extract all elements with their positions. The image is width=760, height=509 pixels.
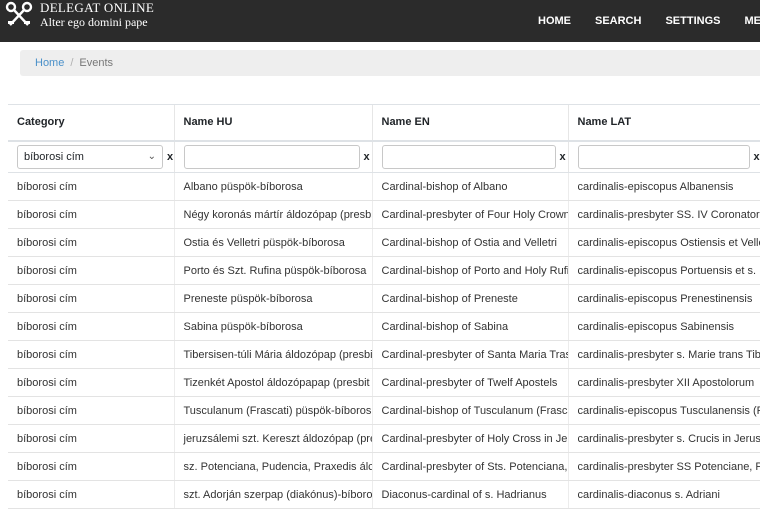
cell-name-lat: cardinalis-episcopus Sabinensis: [567, 312, 760, 341]
cell-name-lat: cardinalis-presbyter XII Apostolorum: [567, 368, 760, 397]
name-en-filter-input[interactable]: [381, 144, 556, 169]
cell-name-hu: Preneste püspök-bíborosa: [173, 284, 372, 313]
cell-name-en: Cardinal-presbyter of Santa Maria Tras: [371, 340, 568, 369]
cell-category: bíborosi cím: [8, 340, 174, 369]
name-lat-filter-input[interactable]: [577, 144, 750, 169]
cell-name-hu: Négy koronás mártír áldozópap (presbi: [173, 200, 372, 229]
cell-category: bíborosi cím: [8, 228, 174, 257]
cell-category: bíborosi cím: [8, 368, 174, 397]
table-header-row: Category Name HU Name EN Name LAT: [8, 104, 760, 142]
events-table: Category Name HU Name EN Name LAT bíboro…: [8, 104, 760, 509]
clear-name-hu-filter[interactable]: x: [364, 151, 370, 163]
cell-name-hu: szt. Adorján szerpap (diakónus)-bíboro: [173, 480, 372, 509]
table-row[interactable]: bíborosi cím Ostia és Velletri püspök-bí…: [8, 228, 760, 257]
cell-name-hu: Tusculanum (Frascati) püspök-bíboros: [173, 396, 372, 425]
chevron-down-icon: ⌄: [147, 151, 156, 163]
cell-name-lat: cardinalis-episcopus Ostiensis et Velle: [567, 228, 760, 257]
filter-name-lat-cell: x: [567, 140, 760, 173]
table-body: bíborosi cím Albano püspök-bíborosa Card…: [8, 172, 760, 509]
filter-name-en-cell: x: [371, 140, 568, 173]
cell-name-en: Cardinal-presbyter of Twelf Apostels: [371, 368, 568, 397]
clear-name-en-filter[interactable]: x: [560, 151, 566, 163]
top-navbar: DELEGAT ONLINE Alter ego domini pape HOM…: [0, 0, 760, 42]
table-row[interactable]: bíborosi cím Tizenkét Apostol áldozópapa…: [8, 368, 760, 397]
header-name-en[interactable]: Name EN: [371, 104, 568, 142]
brand-subtitle: Alter ego domini pape: [40, 15, 148, 29]
table-row[interactable]: bíborosi cím jeruzsálemi szt. Kereszt ál…: [8, 424, 760, 453]
header-name-lat[interactable]: Name LAT: [567, 104, 760, 142]
cell-name-lat: cardinalis-episcopus Albanensis: [567, 172, 760, 201]
cell-category: bíborosi cím: [8, 452, 174, 481]
cell-name-lat: cardinalis-presbyter s. Marie trans Tibe: [567, 340, 760, 369]
cell-name-en: Cardinal-presbyter of Four Holy Crowne: [371, 200, 568, 229]
table-row[interactable]: bíborosi cím Sabina püspök-bíborosa Card…: [8, 312, 760, 341]
breadcrumb: Home / Events: [20, 50, 760, 76]
breadcrumb-current: Events: [79, 57, 114, 69]
breadcrumb-separator: /: [70, 57, 74, 69]
clear-name-lat-filter[interactable]: x: [754, 151, 760, 163]
table-row[interactable]: bíborosi cím Négy koronás mártír áldozóp…: [8, 200, 760, 229]
header-name-hu[interactable]: Name HU: [173, 104, 372, 142]
filter-name-hu-cell: x: [173, 140, 372, 173]
cell-category: bíborosi cím: [8, 480, 174, 509]
cell-name-lat: cardinalis-presbyter SS. IV Coronatoru: [567, 200, 760, 229]
filter-row: bíborosi cím ⌄ x x x x: [8, 140, 760, 173]
nav-menu: HOME SEARCH SETTINGS MENU: [538, 0, 760, 42]
table-row[interactable]: bíborosi cím Tibersisen-túli Mária áldoz…: [8, 340, 760, 369]
cell-name-hu: jeruzsálemi szt. Kereszt áldozópap (pre: [173, 424, 372, 453]
cell-category: bíborosi cím: [8, 256, 174, 285]
cell-name-en: Cardinal-bishop of Porto and Holy Rufi: [371, 256, 568, 285]
cell-name-lat: cardinalis-episcopus Portuensis et s. R: [567, 256, 760, 285]
filter-category-cell: bíborosi cím ⌄ x: [8, 140, 174, 173]
cell-name-lat: cardinalis-presbyter SS Potenciane, Pu: [567, 452, 760, 481]
header-category[interactable]: Category: [8, 104, 174, 142]
brand-title: DELEGAT ONLINE: [40, 0, 155, 15]
cell-name-hu: Porto és Szt. Rufina püspök-bíborosa: [173, 256, 372, 285]
cell-name-en: Diaconus-cardinal of s. Hadrianus: [371, 480, 568, 509]
cell-category: bíborosi cím: [8, 312, 174, 341]
cell-name-hu: Ostia és Velletri püspök-bíborosa: [173, 228, 372, 257]
table-row[interactable]: bíborosi cím Tusculanum (Frascati) püspö…: [8, 396, 760, 425]
cell-name-lat: cardinalis-diaconus s. Adriani: [567, 480, 760, 509]
table-row[interactable]: bíborosi cím szt. Adorján szerpap (diakó…: [8, 480, 760, 509]
category-select-value: bíborosi cím: [24, 150, 84, 163]
cell-name-en: Cardinal-bishop of Ostia and Velletri: [371, 228, 568, 257]
cell-name-en: Cardinal-presbyter of Holy Cross in Jer: [371, 424, 568, 453]
brand[interactable]: DELEGAT ONLINE Alter ego domini pape: [4, 0, 154, 36]
cell-name-en: Cardinal-bishop of Sabina: [371, 312, 568, 341]
table-row[interactable]: bíborosi cím Porto és Szt. Rufina püspök…: [8, 256, 760, 285]
nav-search[interactable]: SEARCH: [595, 15, 641, 27]
cell-name-en: Cardinal-bishop of Albano: [371, 172, 568, 201]
cell-name-lat: cardinalis-presbyter s. Crucis in Jerusa: [567, 424, 760, 453]
cell-name-hu: sz. Potenciana, Pudencia, Praxedis álc: [173, 452, 372, 481]
cell-name-en: Cardinal-presbyter of Sts. Potenciana,: [371, 452, 568, 481]
cell-category: bíborosi cím: [8, 424, 174, 453]
table-row[interactable]: bíborosi cím sz. Potenciana, Pudencia, P…: [8, 452, 760, 481]
cell-category: bíborosi cím: [8, 396, 174, 425]
cell-category: bíborosi cím: [8, 172, 174, 201]
cell-name-hu: Albano püspök-bíborosa: [173, 172, 372, 201]
breadcrumb-home[interactable]: Home: [35, 57, 64, 69]
table-row[interactable]: bíborosi cím Preneste püspök-bíborosa Ca…: [8, 284, 760, 313]
events-table-wrapper: Category Name HU Name EN Name LAT bíboro…: [8, 104, 760, 509]
nav-home[interactable]: HOME: [538, 15, 571, 27]
cell-name-en: Cardinal-bishop of Preneste: [371, 284, 568, 313]
cell-name-en: Cardinal-bishop of Tusculanum (Frasca: [371, 396, 568, 425]
cell-name-lat: cardinalis-episcopus Tusculanensis (Fr: [567, 396, 760, 425]
cell-category: bíborosi cím: [8, 200, 174, 229]
table-row[interactable]: bíborosi cím Albano püspök-bíborosa Card…: [8, 172, 760, 201]
cell-name-hu: Sabina püspök-bíborosa: [173, 312, 372, 341]
cell-name-hu: Tizenkét Apostol áldozópapap (presbit: [173, 368, 372, 397]
crossed-keys-icon: [5, 1, 33, 26]
nav-settings[interactable]: SETTINGS: [665, 15, 720, 27]
name-hu-filter-input[interactable]: [183, 144, 360, 169]
cell-name-lat: cardinalis-episcopus Prenestinensis: [567, 284, 760, 313]
nav-menu-toggle[interactable]: MENU: [744, 15, 760, 27]
category-select[interactable]: bíborosi cím ⌄: [17, 144, 163, 169]
cell-name-hu: Tibersisen-túli Mária áldozópap (presbi: [173, 340, 372, 369]
clear-category-filter[interactable]: x: [167, 151, 173, 163]
cell-category: bíborosi cím: [8, 284, 174, 313]
